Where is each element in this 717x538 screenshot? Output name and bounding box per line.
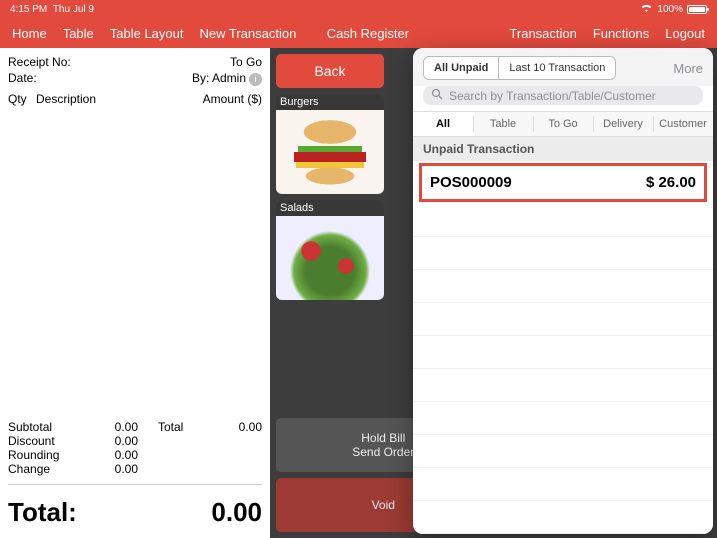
nav-table[interactable]: Table xyxy=(63,26,94,41)
segmented-control[interactable]: All Unpaid Last 10 Transaction xyxy=(423,56,616,80)
filter-tabs: All Table To Go Delivery Customer xyxy=(413,111,713,137)
rounding-value: 0.00 xyxy=(78,448,138,462)
info-icon[interactable]: i xyxy=(249,73,262,86)
nav-transaction[interactable]: Transaction xyxy=(509,26,576,41)
nav-new-transaction[interactable]: New Transaction xyxy=(200,26,297,41)
discount-value: 0.00 xyxy=(78,434,138,448)
nav-functions[interactable]: Functions xyxy=(593,26,649,41)
receipt-by: By: Admin xyxy=(192,71,246,85)
grand-total-label: Total: xyxy=(8,497,77,528)
change-value: 0.00 xyxy=(78,462,138,476)
search-placeholder: Search by Transaction/Table/Customer xyxy=(449,89,656,103)
navbar: Home Table Table Layout New Transaction … xyxy=(0,18,717,48)
page-title: Cash Register xyxy=(296,26,509,41)
transaction-row[interactable]: POS000009 $ 26.00 xyxy=(419,163,707,202)
wifi-icon xyxy=(640,3,653,16)
col-desc: Description xyxy=(36,92,203,106)
section-unpaid: Unpaid Transaction xyxy=(413,137,713,161)
receipt-no-value: To Go xyxy=(230,54,262,70)
seg-last-10[interactable]: Last 10 Transaction xyxy=(498,57,615,79)
back-button[interactable]: Back xyxy=(276,54,384,88)
status-bar: 4:15 PM Thu Jul 9 100% xyxy=(0,0,717,18)
search-input[interactable]: Search by Transaction/Table/Customer xyxy=(423,86,703,105)
tab-customer[interactable]: Customer xyxy=(653,112,713,136)
rounding-label: Rounding xyxy=(8,448,78,462)
tab-delivery[interactable]: Delivery xyxy=(593,112,653,136)
col-qty: Qty xyxy=(8,92,36,106)
transaction-list[interactable] xyxy=(413,204,713,534)
status-date: Thu Jul 9 xyxy=(53,4,94,15)
category-burgers[interactable]: Burgers xyxy=(276,94,384,194)
transaction-amount: $ 26.00 xyxy=(646,174,696,191)
discount-label: Discount xyxy=(8,434,78,448)
subtotal-value: 0.00 xyxy=(78,420,138,434)
tab-togo[interactable]: To Go xyxy=(533,112,593,136)
nav-table-layout[interactable]: Table Layout xyxy=(110,26,184,41)
seg-all-unpaid[interactable]: All Unpaid xyxy=(424,57,498,79)
transaction-id: POS000009 xyxy=(430,174,512,191)
change-label: Change xyxy=(8,462,78,476)
total-label-small: Total xyxy=(138,420,202,434)
nav-home[interactable]: Home xyxy=(12,26,47,41)
salad-image xyxy=(276,216,384,300)
receipt-panel: Receipt No: To Go Date: By: Admini Qty Des… xyxy=(0,48,270,538)
battery-pct: 100% xyxy=(657,4,683,15)
tab-all[interactable]: All xyxy=(413,112,473,136)
more-button[interactable]: More xyxy=(673,61,703,76)
receipt-date-label: Date: xyxy=(8,70,37,86)
col-amount: Amount ($) xyxy=(203,92,262,106)
tab-table[interactable]: Table xyxy=(473,112,533,136)
status-time: 4:15 PM xyxy=(10,4,47,15)
grand-total-value: 0.00 xyxy=(211,497,262,528)
category-salads[interactable]: Salads xyxy=(276,200,384,300)
subtotal-label: Subtotal xyxy=(8,420,78,434)
burger-image xyxy=(276,110,384,194)
category-salads-label: Salads xyxy=(276,200,384,216)
receipt-lines xyxy=(0,109,270,416)
battery-icon xyxy=(687,5,707,14)
receipt-no-label: Receipt No: xyxy=(8,54,71,70)
search-icon xyxy=(431,88,443,103)
total-value-small: 0.00 xyxy=(202,420,262,434)
category-burgers-label: Burgers xyxy=(276,94,384,110)
nav-logout[interactable]: Logout xyxy=(665,26,705,41)
transaction-popover: All Unpaid Last 10 Transaction More Sear… xyxy=(413,48,713,534)
